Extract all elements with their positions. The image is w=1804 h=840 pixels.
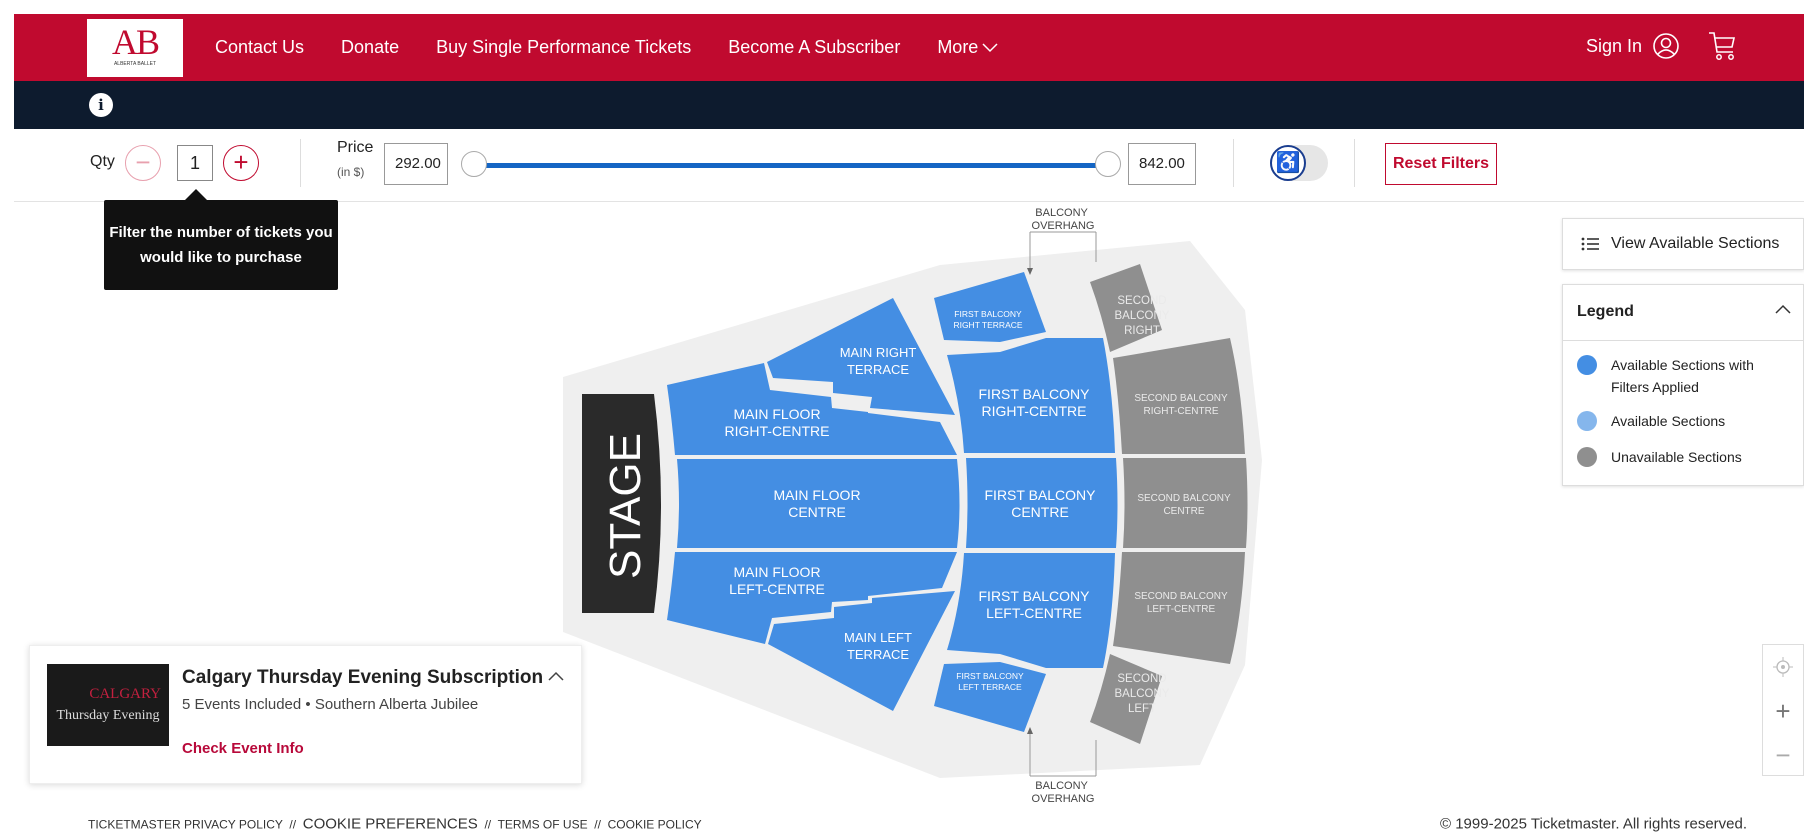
locate-icon[interactable] (1763, 645, 1803, 689)
view-available-sections-label: View Available Sections (1611, 235, 1780, 252)
zoom-in-button[interactable]: + (1763, 689, 1803, 733)
label-line: SECOND BALCONY (1134, 393, 1228, 404)
zoom-out-button[interactable]: − (1763, 733, 1803, 777)
footer-links: TICKETMASTER PRIVACY POLICY // COOKIE PR… (88, 816, 702, 833)
overhang-bottom-line-1: BALCONY (1035, 780, 1088, 792)
legend-dot (1577, 355, 1597, 375)
label-line: RIGHT TERRACE (953, 320, 1022, 330)
cookie-preferences-link[interactable]: COOKIE PREFERENCES (303, 816, 478, 833)
footer-separator: // (594, 817, 601, 832)
legend-dot (1577, 411, 1597, 431)
legend-divider (1563, 340, 1803, 341)
label-line: FIRST BALCONY (954, 309, 1022, 319)
label-line: TERRACE (847, 362, 909, 377)
label-line: MAIN FLOOR (733, 564, 820, 580)
label-first-balcony-right-centre: FIRST BALCONY RIGHT-CENTRE (979, 386, 1091, 419)
label-line: SECOND BALCONY (1134, 591, 1228, 602)
label-first-balcony-left-terrace: FIRST BALCONY LEFT TERRACE (956, 671, 1024, 692)
label-line: RIGHT (1124, 325, 1160, 337)
overhang-label-bottom: BALCONY OVERHANG (1032, 780, 1095, 805)
label-line: TERRACE (847, 647, 909, 662)
legend-label: Available Sections with Filters Applied (1611, 357, 1754, 395)
label-line: LEFT-CENTRE (729, 581, 825, 597)
label-main-floor-left-centre: MAIN FLOOR LEFT-CENTRE (729, 564, 825, 597)
label-first-balcony-right-terrace: FIRST BALCONY RIGHT TERRACE (953, 309, 1022, 330)
view-available-sections-button[interactable]: View Available Sections (1562, 218, 1804, 270)
legend-item-available: Available Sections (1577, 410, 1791, 432)
terms-of-use-link[interactable]: TERMS OF USE (498, 818, 588, 832)
label-line: LEFT TERRACE (958, 682, 1022, 692)
check-event-info-link[interactable]: Check Event Info (182, 740, 304, 757)
event-card: CALGARY Thursday Evening Calgary Thursda… (29, 645, 582, 784)
label-line: RIGHT-CENTRE (725, 423, 830, 439)
legend-title: Legend (1577, 303, 1634, 320)
section-first-balcony-centre[interactable] (966, 458, 1118, 548)
legend-item-unavailable: Unavailable Sections (1577, 446, 1791, 468)
label-line: BALCONY (1115, 310, 1170, 322)
list-icon (1581, 237, 1599, 251)
label-line: MAIN LEFT (844, 630, 912, 645)
label-line: CENTRE (788, 504, 846, 520)
label-line: FIRST BALCONY (956, 671, 1024, 681)
copyright: © 1999-2025 Ticketmaster. All rights res… (1440, 815, 1748, 833)
label-line: FIRST BALCONY (979, 588, 1091, 604)
label-line: CENTRE (1011, 504, 1069, 520)
label-line: MAIN FLOOR (773, 487, 860, 503)
label-line: LEFT-CENTRE (986, 605, 1082, 621)
label-line: LEFT-CENTRE (1147, 604, 1216, 615)
legend-label: Unavailable Sections (1611, 449, 1742, 465)
legend-panel: Legend Available Sections with Filters A… (1562, 284, 1804, 486)
chevron-up-icon[interactable] (1775, 301, 1791, 319)
legend-item-available-filtered: Available Sections with Filters Applied (1577, 354, 1791, 398)
stage-label: STAGE (601, 433, 650, 579)
label-line: SECOND BALCONY (1137, 493, 1231, 504)
label-line: CENTRE (1163, 506, 1204, 517)
label-line: BALCONY (1115, 688, 1170, 700)
footer-separator: // (289, 817, 297, 832)
overhang-label-top: BALCONY OVERHANG (1032, 207, 1095, 232)
label-line: MAIN RIGHT (840, 345, 917, 360)
event-title: Calgary Thursday Evening Subscription (182, 667, 544, 688)
footer-separator: // (484, 817, 492, 832)
event-subtitle: 5 Events Included • Southern Alberta Jub… (182, 696, 479, 713)
label-line: RIGHT-CENTRE (1144, 406, 1219, 417)
label-line: SECOND (1117, 673, 1166, 685)
cookie-policy-link[interactable]: COOKIE POLICY (608, 818, 702, 832)
legend-label: Available Sections (1611, 413, 1726, 429)
overhang-bottom-line-2: OVERHANG (1032, 793, 1095, 805)
label-line: FIRST BALCONY (979, 386, 1091, 402)
label-first-balcony-left-centre: FIRST BALCONY LEFT-CENTRE (979, 588, 1091, 621)
overhang-top-line-1: BALCONY (1035, 207, 1088, 219)
overhang-top-line-2: OVERHANG (1032, 220, 1095, 232)
label-line: MAIN FLOOR (733, 406, 820, 422)
thumb-line-1: CALGARY (89, 686, 161, 702)
zoom-controls: + − (1762, 644, 1804, 776)
label-main-floor-right-centre: MAIN FLOOR RIGHT-CENTRE (725, 406, 830, 439)
label-line: RIGHT-CENTRE (982, 403, 1087, 419)
label-line: LEFT (1128, 703, 1156, 715)
legend-dot (1577, 447, 1597, 467)
privacy-policy-link[interactable]: TICKETMASTER PRIVACY POLICY (88, 818, 283, 832)
thumb-line-2: Thursday Evening (56, 708, 160, 723)
event-thumbnail: CALGARY Thursday Evening (47, 664, 169, 746)
label-line: SECOND (1117, 295, 1166, 307)
label-line: FIRST BALCONY (985, 487, 1097, 503)
chevron-up-icon[interactable] (548, 668, 564, 686)
